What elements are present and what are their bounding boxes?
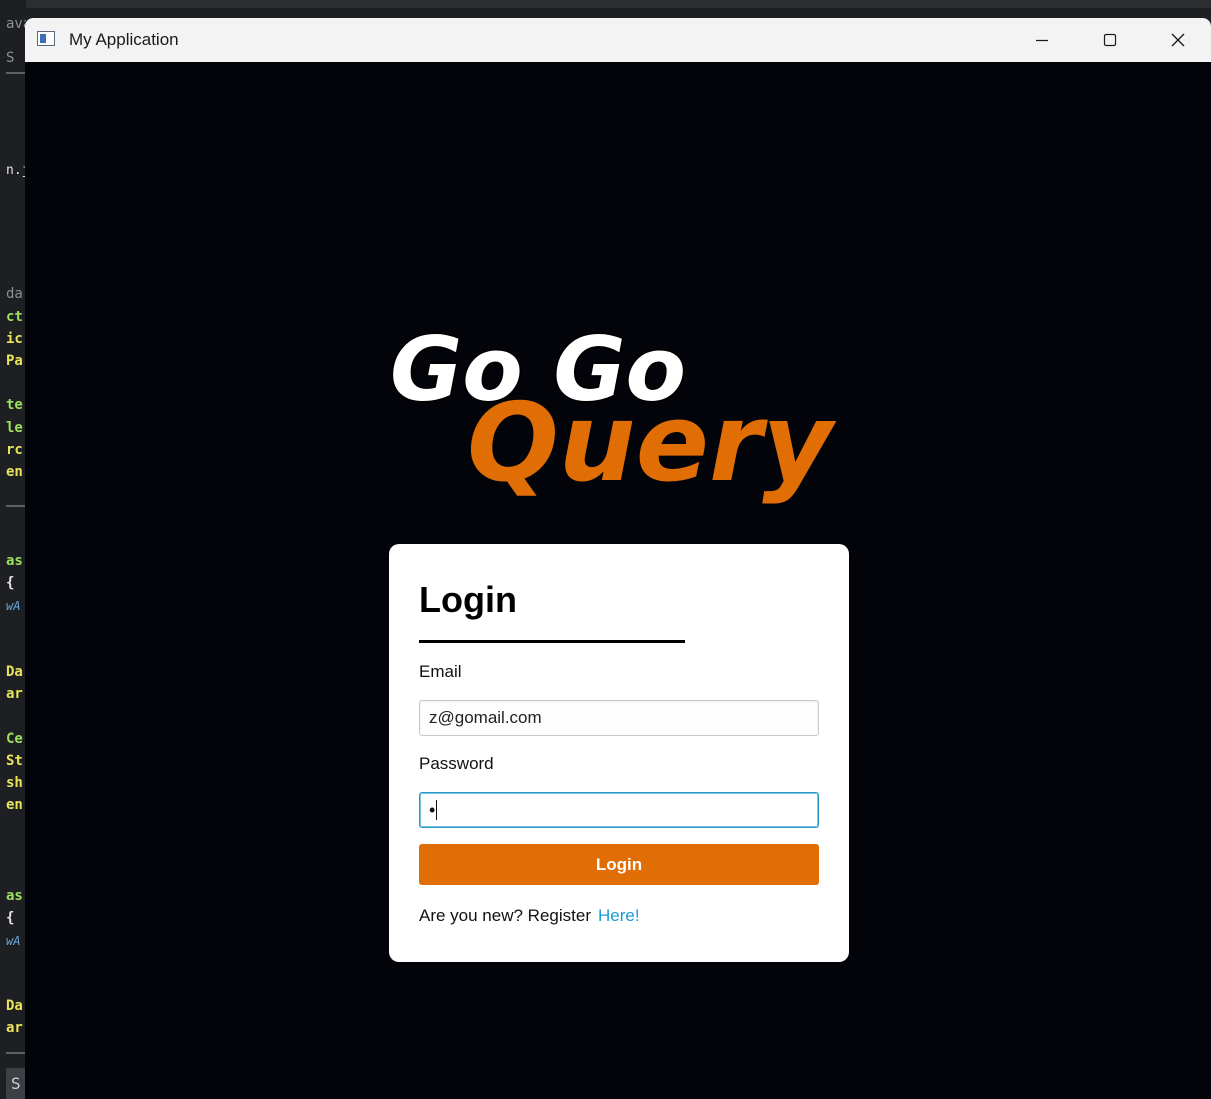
code-fragment: rc: [6, 442, 23, 458]
register-link[interactable]: Here!: [598, 906, 640, 925]
code-fragment: sh: [6, 775, 23, 791]
code-fragment: as: [6, 888, 23, 904]
email-field[interactable]: [419, 700, 819, 736]
title-underline: [419, 640, 685, 643]
code-fragment: wA: [6, 934, 21, 948]
minimize-icon: [1036, 39, 1048, 42]
login-title: Login: [419, 579, 517, 620]
login-button[interactable]: Login: [419, 844, 819, 885]
code-fragment: en: [6, 797, 23, 813]
password-mask: •: [429, 800, 436, 820]
code-fragment: te: [6, 397, 23, 413]
code-fragment: n.ja: [6, 163, 26, 178]
code-fragment: ava: [6, 16, 26, 32]
code-fragment: ct: [6, 309, 23, 325]
code-fragment: S: [6, 50, 15, 66]
code-fragment: Pa: [6, 353, 23, 369]
password-field[interactable]: •: [419, 792, 819, 828]
title-bar[interactable]: My Application: [25, 18, 1211, 62]
code-fragment: ic: [6, 331, 23, 347]
maximize-button[interactable]: [1076, 18, 1144, 62]
register-prompt: Are you new? Register: [419, 906, 591, 925]
login-card: Login Email Password • Login Are you new…: [389, 544, 849, 962]
editor-divider: [6, 1052, 26, 1054]
editor-divider: [6, 72, 26, 74]
maximize-icon: [1103, 33, 1117, 47]
code-fragment: le: [6, 420, 23, 436]
code-fragment: ar: [6, 1020, 23, 1036]
close-button[interactable]: [1144, 18, 1211, 62]
minimize-button[interactable]: [1008, 18, 1076, 62]
logo-query: Query: [467, 381, 837, 506]
code-fragment: {: [6, 575, 15, 591]
status-tab[interactable]: S: [6, 1068, 26, 1099]
code-fragment: wA: [6, 599, 21, 613]
register-row: Are you new? Register Here!: [419, 906, 640, 926]
code-fragment: as: [6, 553, 23, 569]
app-window-icon: [37, 31, 55, 46]
code-fragment: en: [6, 464, 23, 480]
email-label: Email: [419, 662, 462, 681]
code-fragment: {: [6, 910, 15, 926]
background-code-editor: ava S n.ja da ct ic Pa te le rc en as { …: [0, 0, 26, 1099]
code-fragment: Da: [6, 998, 23, 1014]
text-caret: [436, 800, 438, 820]
application-window: My Application Go Go Query Login Email P…: [25, 18, 1211, 1099]
app-logo: Go Go Query: [389, 317, 838, 507]
close-icon: [1171, 33, 1185, 47]
password-label: Password: [419, 754, 494, 773]
background-taskbar-strip: [0, 0, 1211, 8]
code-fragment: da: [6, 286, 23, 302]
window-title: My Application: [69, 30, 179, 49]
editor-divider: [6, 505, 26, 507]
code-fragment: Da: [6, 664, 23, 680]
code-fragment: Ce: [6, 731, 23, 747]
code-fragment: ar: [6, 686, 23, 702]
code-fragment: St: [6, 753, 23, 769]
